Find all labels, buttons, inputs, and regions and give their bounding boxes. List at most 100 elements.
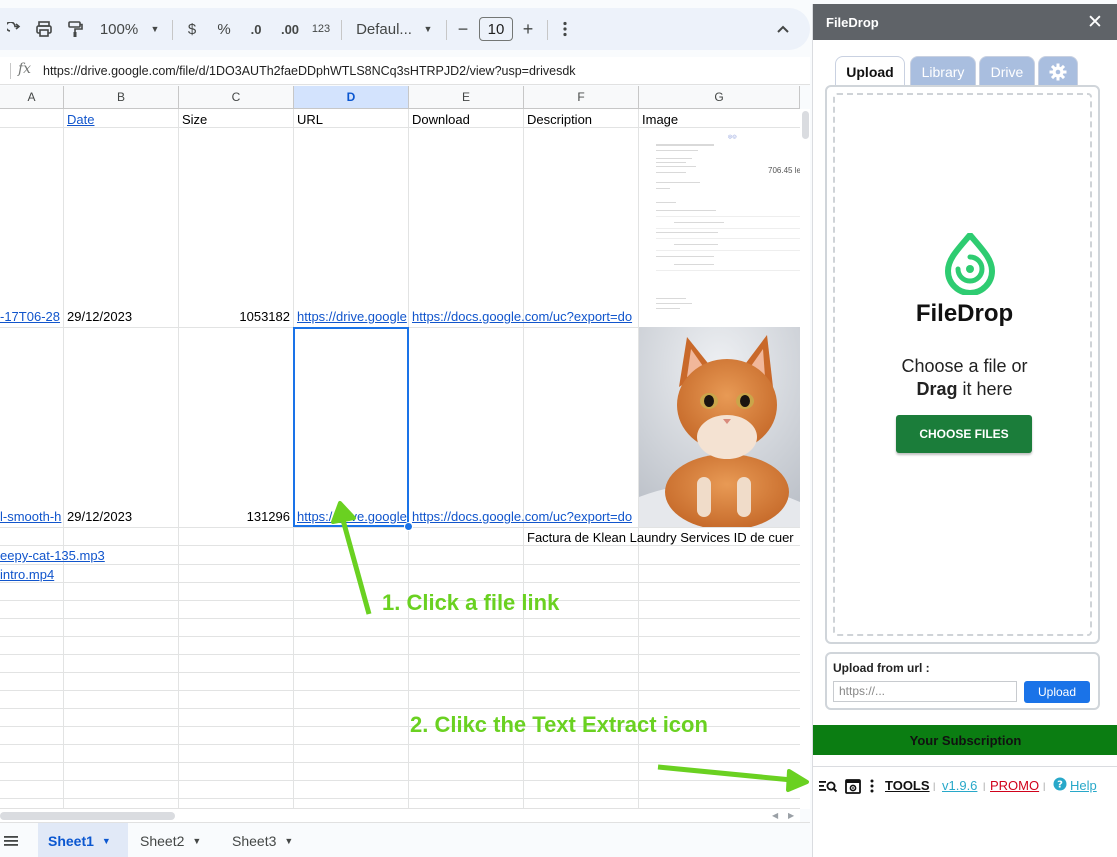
- scroll-left-icon[interactable]: ◀: [772, 811, 778, 820]
- sheet-tab-sheet2[interactable]: Sheet2 ▼: [130, 823, 211, 857]
- text-extract-icon[interactable]: [819, 779, 838, 796]
- tab-library-label: Library: [921, 63, 965, 80]
- upload-url-button[interactable]: Upload: [1024, 681, 1090, 703]
- grid-line: [0, 618, 800, 619]
- column-header-g[interactable]: G: [639, 86, 800, 109]
- currency-label: $: [187, 20, 197, 38]
- all-sheets-menu-icon[interactable]: [0, 823, 22, 857]
- grid-line: [0, 654, 800, 655]
- date-cell[interactable]: 29/12/2023: [67, 509, 175, 525]
- font-size-increase-button[interactable]: +: [518, 8, 538, 50]
- filedrop-logo-icon: [945, 233, 995, 295]
- grid-line: [0, 762, 800, 763]
- sheet-tab-label: Sheet1: [48, 832, 94, 849]
- paint-format-icon[interactable]: [62, 8, 88, 50]
- column-header-a[interactable]: A: [0, 86, 64, 109]
- sheet-tab-sheet1[interactable]: Sheet1 ▼: [38, 823, 128, 857]
- more-options-icon[interactable]: [555, 8, 575, 50]
- url-link[interactable]: https://drive.google: [297, 309, 408, 325]
- invoice-text-line: [674, 244, 718, 245]
- selected-cell[interactable]: [293, 327, 409, 527]
- choose-file-text: Choose a file or: [901, 356, 1028, 376]
- cat-photo-image[interactable]: [639, 327, 800, 527]
- scroll-right-icon[interactable]: ▶: [788, 811, 794, 820]
- header-size[interactable]: Size: [182, 112, 290, 128]
- file-name-link[interactable]: intro.mp4: [0, 567, 175, 583]
- invoice-text-line: [656, 256, 714, 257]
- footer-separator: |: [933, 781, 936, 791]
- column-header-b[interactable]: B: [64, 86, 179, 109]
- version-link[interactable]: v1.9.6: [942, 778, 977, 793]
- font-size-value: 10: [487, 20, 505, 38]
- sidebar-title: FileDrop: [826, 15, 879, 30]
- header-download[interactable]: Download: [412, 112, 520, 128]
- header-image[interactable]: Image: [642, 112, 792, 128]
- help-link[interactable]: Help: [1070, 778, 1097, 793]
- invoice-text-line: [674, 222, 724, 223]
- horizontal-scrollbar[interactable]: ◀ ▶: [0, 808, 800, 822]
- zoom-select[interactable]: 100%: [96, 8, 142, 50]
- column-header-d[interactable]: D: [294, 86, 409, 109]
- description-cell[interactable]: Factura de Klean Laundry Services ID de …: [527, 530, 800, 546]
- help-circle-icon[interactable]: ?: [1053, 777, 1067, 794]
- number-format-button[interactable]: 123: [310, 8, 332, 50]
- font-size-input[interactable]: 10: [479, 17, 513, 41]
- column-header-f[interactable]: F: [524, 86, 639, 109]
- toolbar: 100% ▼ $ % .0 .00 123 Defaul... ▼ − 10 +: [0, 8, 810, 50]
- sheet-tab-sheet3[interactable]: Sheet3 ▼: [222, 823, 303, 857]
- grid-line: [0, 527, 800, 528]
- subscription-button[interactable]: Your Subscription: [813, 725, 1117, 755]
- header-date[interactable]: Date: [67, 112, 175, 128]
- more-vert-icon[interactable]: [870, 779, 874, 796]
- tab-settings[interactable]: [1038, 56, 1078, 86]
- increase-decimal-button[interactable]: .00: [277, 8, 303, 50]
- promo-link[interactable]: PROMO: [990, 778, 1039, 793]
- currency-format-button[interactable]: $: [181, 8, 203, 50]
- fill-handle[interactable]: [404, 522, 413, 531]
- tools-link[interactable]: TOOLS: [885, 778, 930, 793]
- invoice-text-line: [656, 182, 700, 183]
- app-root: 100% ▼ $ % .0 .00 123 Defaul... ▼ − 10 +…: [0, 0, 1117, 857]
- close-icon[interactable]: ✕: [1087, 11, 1103, 34]
- invoice-thumbnail-image[interactable]: ◎◎ 706.45 lei: [640, 128, 800, 324]
- scrollbar-thumb[interactable]: [0, 812, 175, 820]
- grid-line: [0, 672, 800, 673]
- header-description[interactable]: Description: [527, 112, 635, 128]
- date-cell[interactable]: 29/12/2023: [67, 309, 175, 325]
- tab-upload[interactable]: Upload: [835, 56, 905, 86]
- vertical-scrollbar[interactable]: [800, 109, 810, 809]
- collapse-toolbar-chevron-icon[interactable]: [771, 8, 795, 50]
- zoom-chevron-down-icon[interactable]: ▼: [147, 8, 163, 50]
- preview-icon[interactable]: [845, 779, 861, 797]
- drop-zone[interactable]: FileDrop Choose a file or Drag it here C…: [825, 85, 1100, 644]
- column-header-c[interactable]: C: [179, 86, 294, 109]
- formula-input[interactable]: https://drive.google.com/file/d/1DO3AUTh…: [43, 64, 576, 78]
- choose-files-button[interactable]: CHOOSE FILES: [896, 415, 1032, 453]
- decrease-decimal-button[interactable]: .0: [243, 8, 269, 50]
- tab-drive[interactable]: Drive: [979, 56, 1035, 86]
- file-name-link[interactable]: -17T06-28: [0, 309, 62, 325]
- file-name-link[interactable]: l-smooth-h: [0, 509, 62, 525]
- font-select[interactable]: Defaul...: [352, 8, 416, 50]
- url-input[interactable]: https://...: [833, 681, 1017, 702]
- size-cell[interactable]: 1053182: [182, 309, 290, 325]
- tab-library[interactable]: Library: [910, 56, 976, 86]
- download-link[interactable]: https://docs.google.com/uc?export=do: [412, 509, 638, 525]
- grid-line: [0, 636, 800, 637]
- drop-zone-dashed-area[interactable]: FileDrop Choose a file or Drag it here C…: [833, 93, 1092, 636]
- percent-format-button[interactable]: %: [213, 8, 235, 50]
- chevron-down-icon: ▼: [101, 835, 111, 846]
- download-link[interactable]: https://docs.google.com/uc?export=do: [412, 309, 638, 325]
- scrollbar-thumb[interactable]: [802, 111, 809, 139]
- font-size-decrease-button[interactable]: −: [453, 8, 473, 50]
- print-icon[interactable]: [31, 8, 57, 50]
- file-name-link[interactable]: eepy-cat-135.mp3: [0, 548, 175, 564]
- column-header-e[interactable]: E: [409, 86, 524, 109]
- redo-icon[interactable]: [2, 8, 26, 50]
- size-cell[interactable]: 131296: [182, 509, 290, 525]
- sheet-tab-label: Sheet2: [140, 832, 185, 849]
- grid-line: [0, 798, 800, 799]
- invoice-text-line: [656, 188, 670, 189]
- header-url[interactable]: URL: [297, 112, 405, 128]
- font-chevron-down-icon[interactable]: ▼: [420, 8, 436, 50]
